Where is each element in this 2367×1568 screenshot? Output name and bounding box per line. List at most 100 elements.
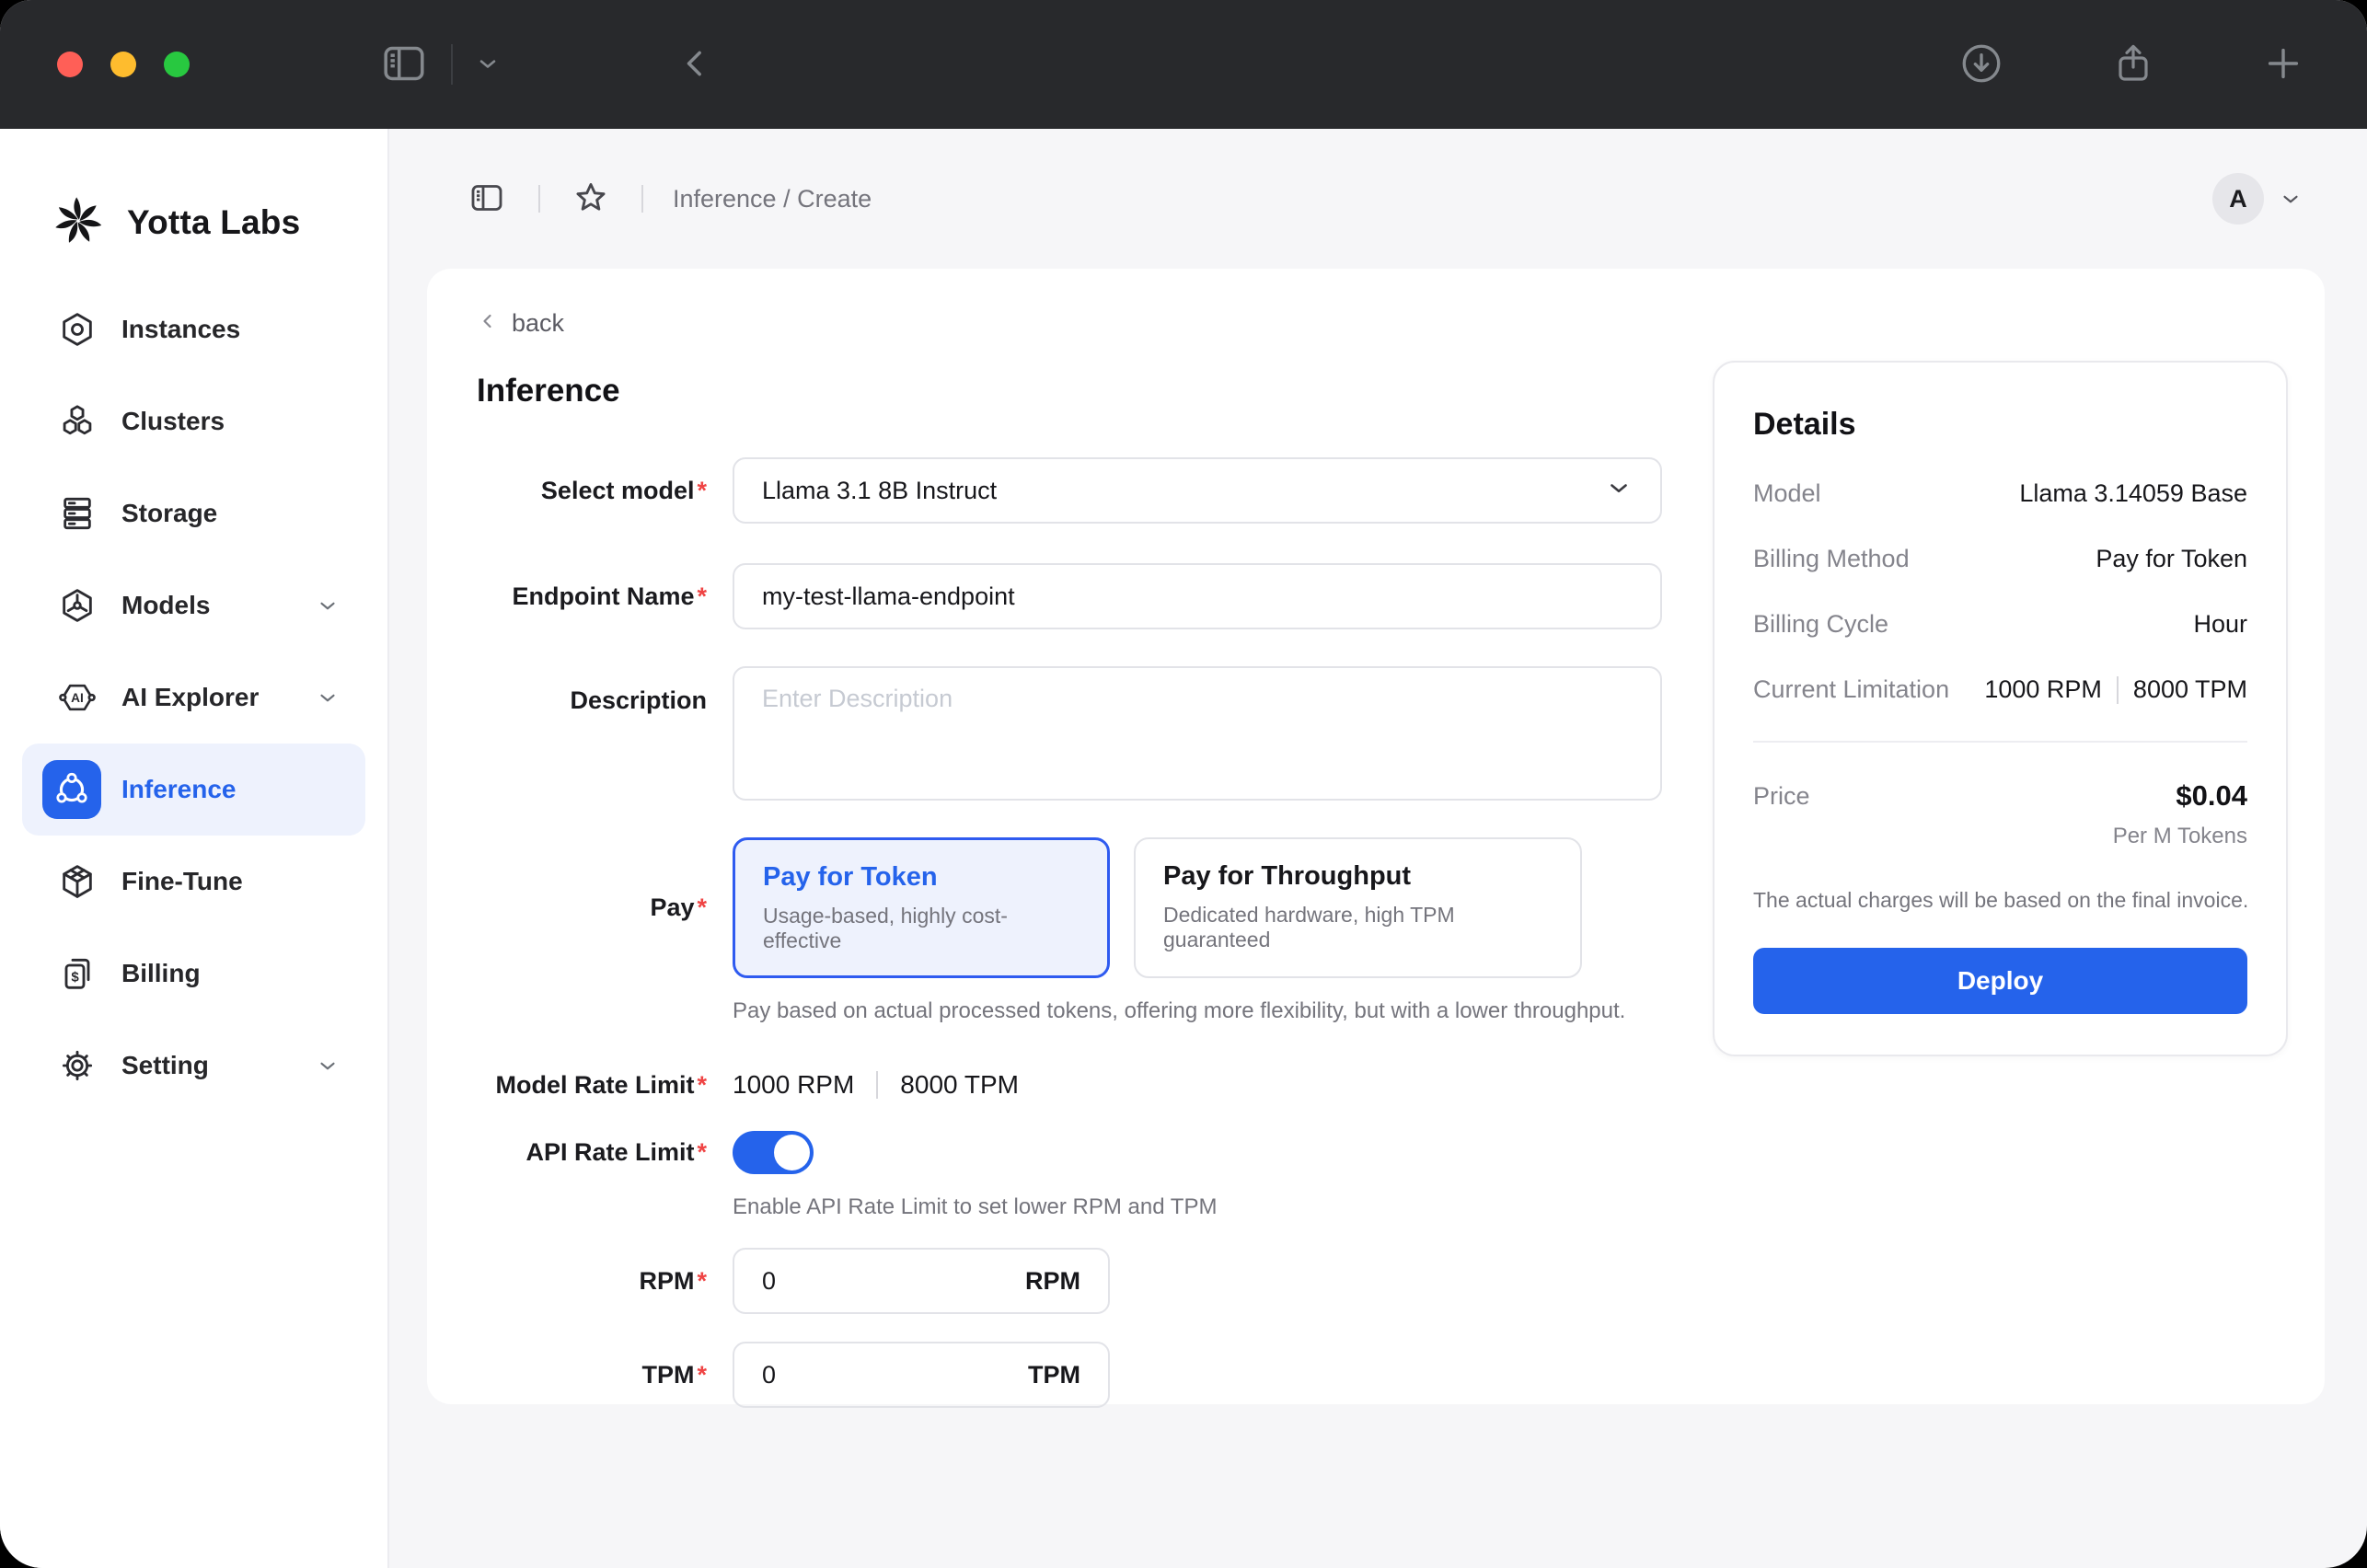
details-limitation-value: 1000 RPM 8000 TPM <box>1984 675 2247 704</box>
brand: Yotta Labs <box>0 129 387 276</box>
brand-name: Yotta Labs <box>127 203 300 242</box>
clusters-icon <box>59 403 96 440</box>
sidebar-item-instances[interactable]: Instances <box>22 283 365 375</box>
details-divider <box>1753 741 2247 743</box>
titlebar-sidebar-toggle-button[interactable] <box>374 38 434 92</box>
close-window-button[interactable] <box>57 52 83 77</box>
storage-icon <box>59 495 96 532</box>
favorite-button[interactable] <box>570 177 612 222</box>
svg-text:$: $ <box>71 970 79 986</box>
details-note: The actual charges will be based on the … <box>1753 888 2247 913</box>
breadcrumb-separator <box>538 185 540 213</box>
rpm-input[interactable]: 0 RPM <box>733 1248 1110 1314</box>
select-model-dropdown[interactable]: Llama 3.1 8B Instruct <box>733 457 1662 524</box>
titlebar-separator <box>451 44 453 85</box>
instances-icon <box>59 311 96 348</box>
pay-option-title: Pay for Token <box>763 862 1080 893</box>
pay-option-title: Pay for Throughput <box>1163 861 1553 892</box>
rpm-value: 0 <box>762 1267 776 1296</box>
sidebar-collapse-button[interactable] <box>465 179 509 220</box>
deploy-button[interactable]: Deploy <box>1753 948 2247 1014</box>
sidebar-item-billing[interactable]: $ Billing <box>22 928 365 1020</box>
breadcrumb: Inference / Create <box>673 185 872 213</box>
model-rate-limit-label: Model Rate Limit* <box>477 1071 707 1100</box>
rpm-label: RPM* <box>477 1267 707 1296</box>
sidebar-item-label: Billing <box>121 959 201 988</box>
sidebar-item-models[interactable]: Models <box>22 559 365 651</box>
chevron-left-icon <box>677 43 714 86</box>
sidebar-item-fine-tune[interactable]: Fine-Tune <box>22 836 365 928</box>
sidebar-item-ai-explorer[interactable]: AI AI Explorer <box>22 651 365 744</box>
pay-for-token-option[interactable]: Pay for Token Usage-based, highly cost-e… <box>733 837 1110 978</box>
model-rate-limit-row: Model Rate Limit* 1000 RPM 8000 TPM <box>477 1070 2325 1100</box>
value-divider <box>876 1071 878 1099</box>
sidebar-item-label: Fine-Tune <box>121 867 243 896</box>
setting-gear-icon <box>59 1047 96 1084</box>
plus-icon <box>2262 42 2304 87</box>
chevron-down-icon <box>316 594 340 617</box>
models-icon <box>59 587 96 624</box>
sidebar-panel-icon <box>468 182 505 216</box>
titlebar-sidebar-dropdown-button[interactable] <box>469 45 506 85</box>
endpoint-name-label: Endpoint Name* <box>477 582 707 611</box>
billing-icon: $ <box>59 955 96 992</box>
rpm-row: RPM* 0 RPM <box>477 1248 2325 1314</box>
pay-label: Pay* <box>477 894 707 922</box>
macos-titlebar <box>0 0 2367 129</box>
endpoint-name-input[interactable] <box>762 582 1633 611</box>
chevron-down-icon <box>316 686 340 709</box>
details-row-value: Pay for Token <box>2096 545 2247 573</box>
sidebar-item-label: Models <box>121 591 210 620</box>
endpoint-name-field-wrap <box>733 563 1662 629</box>
chevron-down-icon[interactable] <box>2279 187 2303 211</box>
chevron-down-icon <box>475 51 501 79</box>
sidebar-item-label: Clusters <box>121 407 225 436</box>
sidebar-item-clusters[interactable]: Clusters <box>22 375 365 467</box>
chevron-left-icon <box>477 310 499 337</box>
zoom-window-button[interactable] <box>164 52 190 77</box>
sidebar-item-inference[interactable]: Inference <box>22 744 365 836</box>
price-label: Price <box>1753 782 1810 811</box>
api-rate-limit-helper-text: Enable API Rate Limit to set lower RPM a… <box>733 1194 2325 1220</box>
ai-explorer-icon: AI <box>59 679 96 716</box>
description-textarea[interactable] <box>762 685 1633 782</box>
sidebar-item-label: Instances <box>121 315 240 344</box>
tpm-value: 0 <box>762 1361 776 1389</box>
sidebar-nav: Instances Clusters <box>0 276 387 1112</box>
toggle-knob <box>774 1135 810 1170</box>
details-row-label: Current Limitation <box>1753 675 1949 704</box>
titlebar-downloads-button[interactable] <box>1953 35 2010 95</box>
titlebar-share-button[interactable] <box>2106 34 2161 96</box>
traffic-lights <box>57 52 190 77</box>
sidebar-item-label: Storage <box>121 499 217 528</box>
minimize-window-button[interactable] <box>110 52 136 77</box>
details-row-value: Hour <box>2193 610 2247 639</box>
chevron-down-icon <box>1605 474 1633 508</box>
titlebar-back-button[interactable] <box>672 38 720 92</box>
yotta-labs-logo-icon <box>52 194 105 252</box>
description-label: Description <box>477 686 707 715</box>
back-link[interactable]: back <box>477 309 564 338</box>
model-rpm-value: 1000 RPM <box>733 1070 854 1100</box>
required-marker: * <box>697 1071 707 1099</box>
model-tpm-value: 8000 TPM <box>900 1070 1019 1100</box>
tpm-row: TPM* 0 TPM <box>477 1342 2325 1408</box>
api-rate-limit-toggle[interactable] <box>733 1131 814 1174</box>
tpm-input[interactable]: 0 TPM <box>733 1342 1110 1408</box>
avatar[interactable]: A <box>2212 173 2264 225</box>
api-rate-limit-row: API Rate Limit* <box>477 1131 2325 1174</box>
required-marker: * <box>697 582 707 610</box>
required-marker: * <box>697 1267 707 1295</box>
required-marker: * <box>697 1361 707 1389</box>
svg-text:AI: AI <box>71 691 84 705</box>
details-row-label: Billing Cycle <box>1753 610 1888 639</box>
chevron-down-icon <box>316 1054 340 1078</box>
titlebar-new-tab-button[interactable] <box>2257 37 2310 93</box>
details-limitation-row: Current Limitation 1000 RPM 8000 TPM <box>1753 675 2247 704</box>
sidebar-item-storage[interactable]: Storage <box>22 467 365 559</box>
star-icon <box>573 180 608 218</box>
details-billing-method-row: Billing Method Pay for Token <box>1753 545 2247 573</box>
pay-for-throughput-option[interactable]: Pay for Throughput Dedicated hardware, h… <box>1134 837 1582 978</box>
required-marker: * <box>697 477 707 504</box>
sidebar-item-setting[interactable]: Setting <box>22 1020 365 1112</box>
